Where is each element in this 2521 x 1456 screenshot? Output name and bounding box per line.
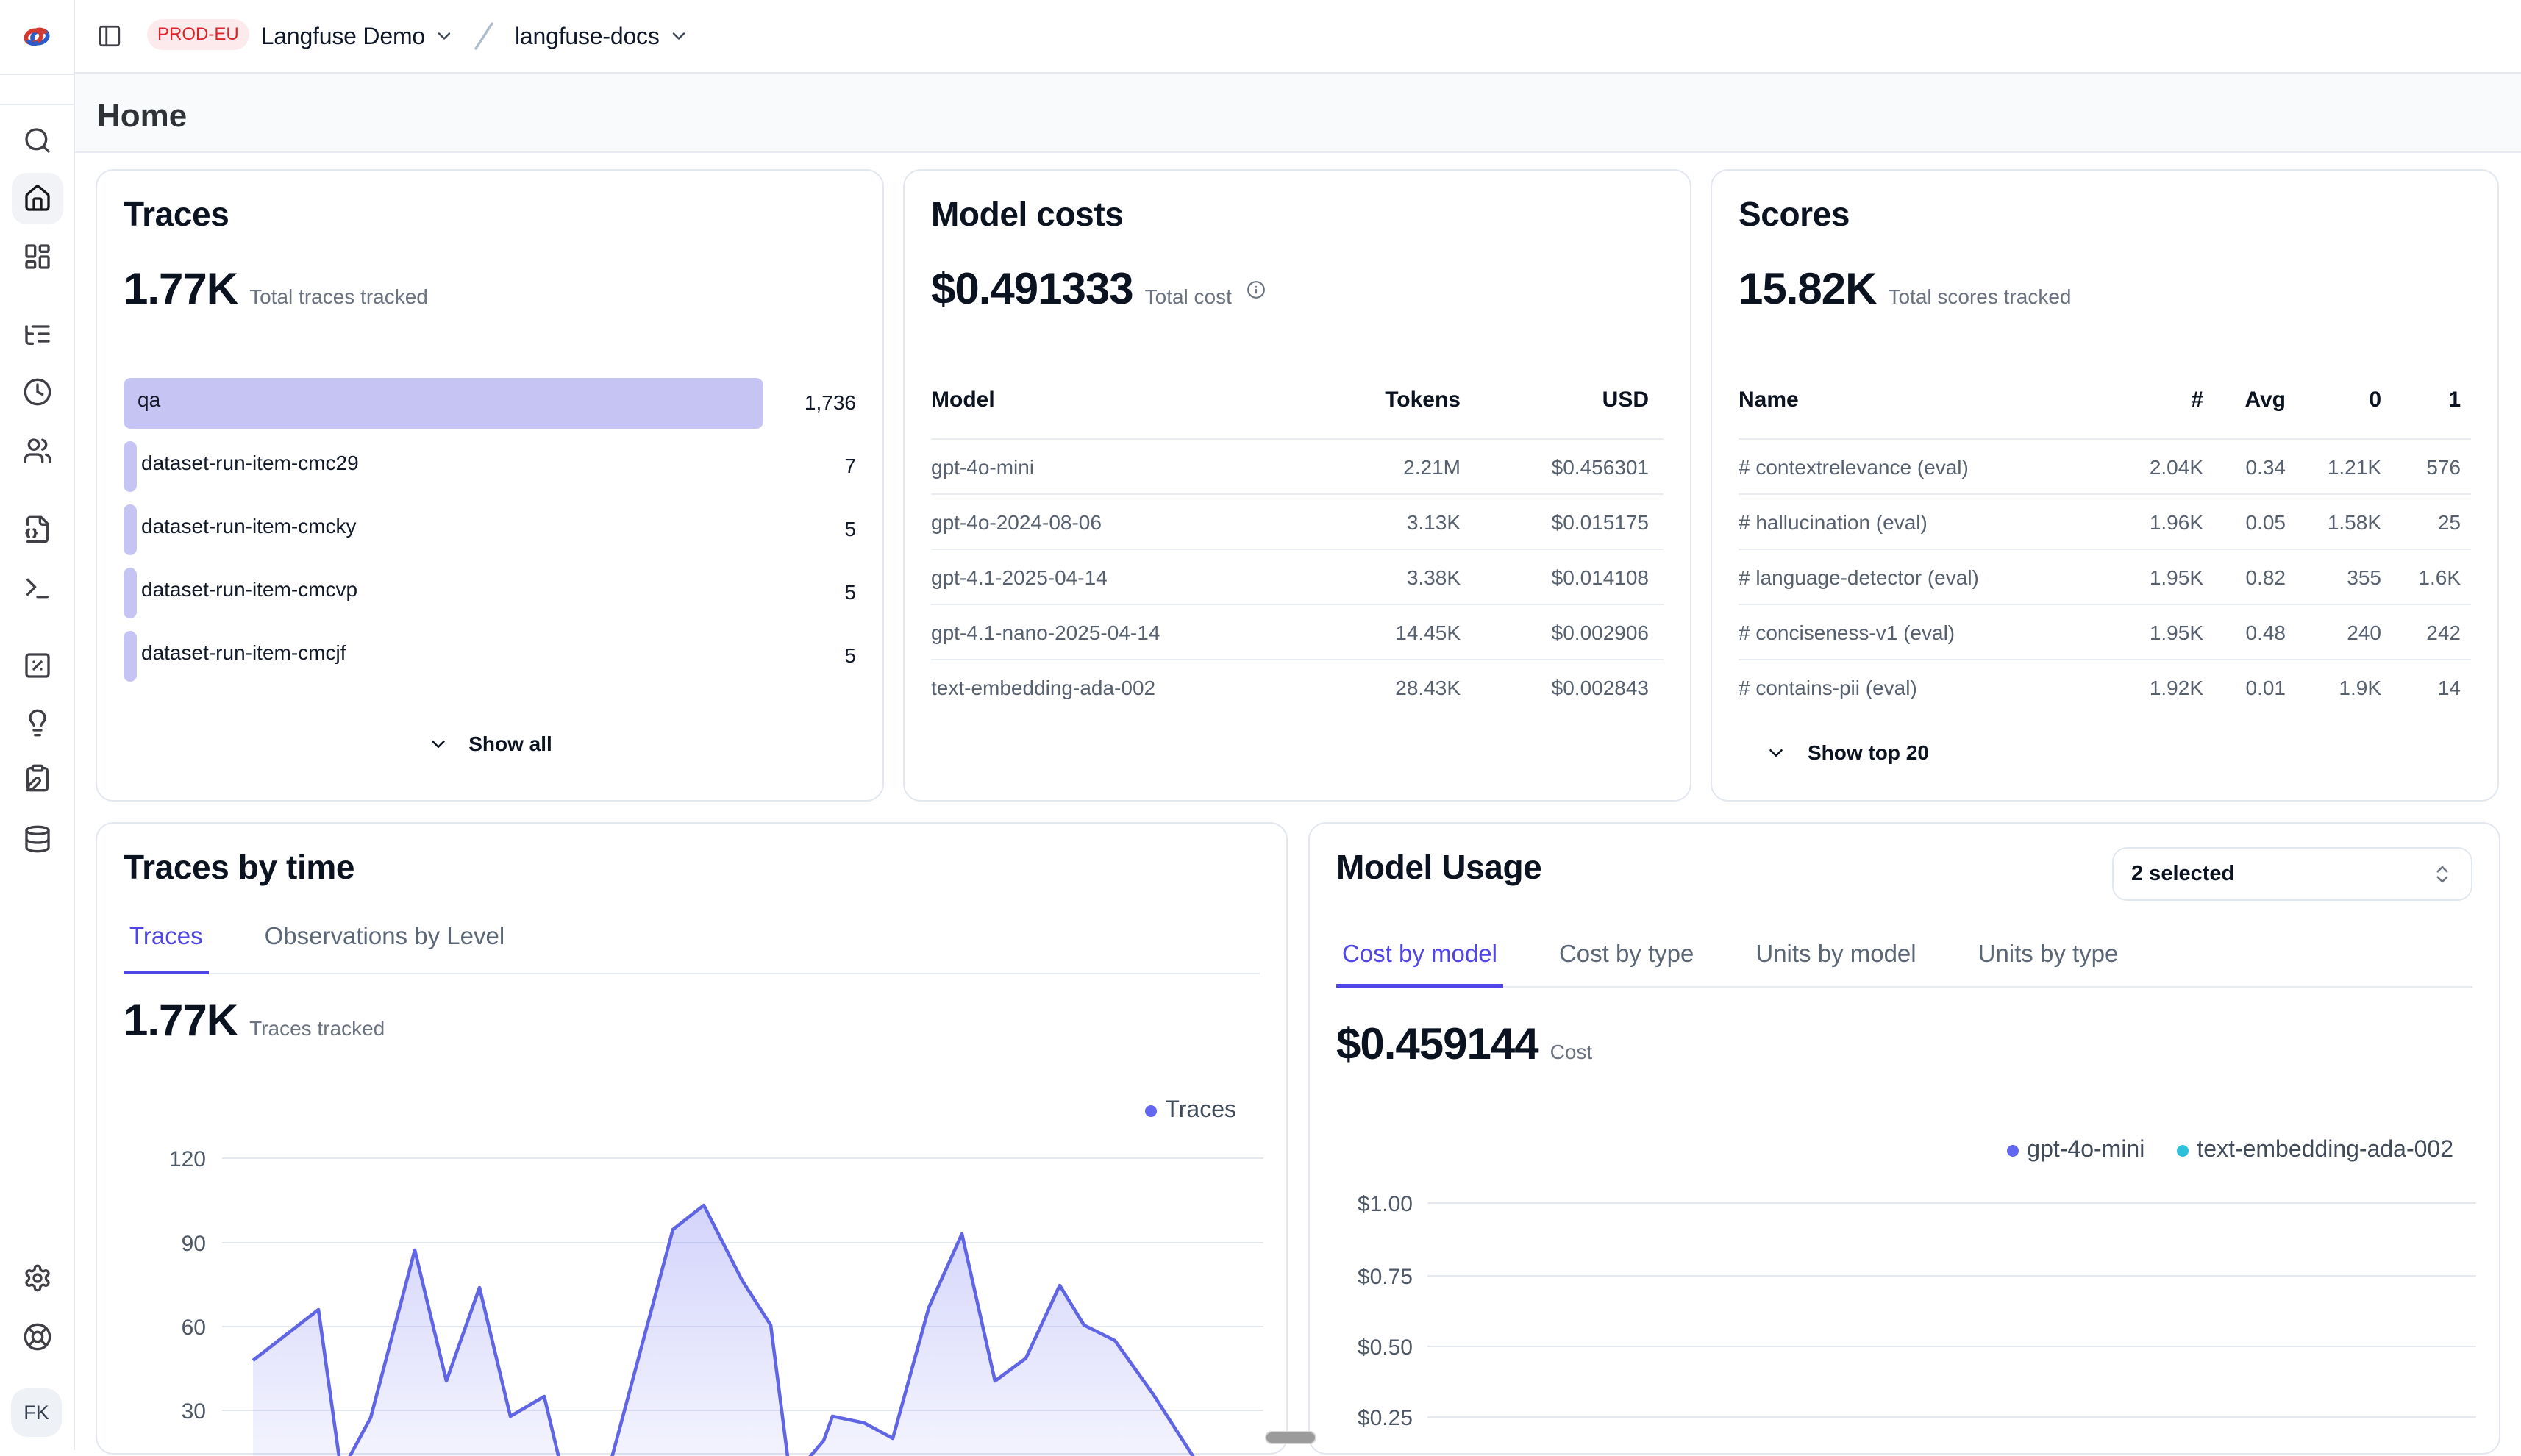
- svg-text:60: 60: [182, 1316, 206, 1340]
- svg-text:120: 120: [169, 1147, 206, 1171]
- svg-text:90: 90: [182, 1232, 206, 1256]
- svg-text:$0.75: $0.75: [1358, 1265, 1413, 1289]
- svg-text:30: 30: [182, 1399, 206, 1424]
- svg-text:$1.00: $1.00: [1358, 1192, 1413, 1216]
- svg-text:$0.25: $0.25: [1358, 1406, 1413, 1430]
- svg-text:$0.50: $0.50: [1358, 1335, 1413, 1360]
